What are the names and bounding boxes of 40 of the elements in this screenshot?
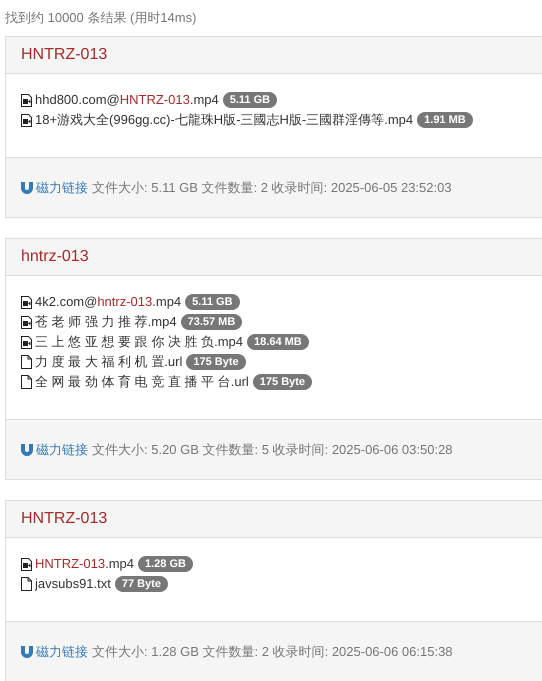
result-count: 找到约 10000 条结果 (用时14ms) [5,9,198,27]
file-name: 18+游戏大全(996gg.cc)-七龍珠H版-三國志H版-三國群淫傳等.mp4 [35,111,414,130]
magnet-icon [21,182,33,194]
file-name: 力 度 最 大 福 利 机 置.url [35,353,182,372]
result-title-link[interactable]: HNTRZ-013 [21,507,108,531]
video-file-icon [21,336,32,348]
result-info: 文件大小: 1.28 GB 文件数量: 2 收录时间: 2025-06-06 06:15:38 [92,642,453,661]
magnet-link[interactable]: 磁力链接 [36,642,88,662]
magnet-link[interactable]: 磁力链接 [36,178,88,198]
file-size-badge: 1.28 GB [138,556,193,572]
file-size-badge: 5.11 GB [185,294,240,310]
video-file-icon [21,558,32,570]
file-name: hhd800.com@HNTRZ-013.mp4 [35,91,219,110]
file-size-badge: 175 Byte [186,354,246,370]
document-icon [21,577,32,591]
video-file-icon [21,296,32,308]
file-name: 三 上 悠 亚 想 要 跟 你 决 胜 负.mp4 [35,333,244,352]
result-title-link[interactable]: HNTRZ-013 [21,43,108,67]
magnet-icon [21,646,33,658]
result-info: 文件大小: 5.11 GB 文件数量: 2 收录时间: 2025-06-05 23:52:03 [92,178,452,197]
file-name: 苍 老 师 强 力 推 荐.mp4 [35,313,177,332]
video-file-icon [21,114,32,126]
magnet-link[interactable]: 磁力链接 [36,440,88,460]
file-name: 4k2.com@hntrz-013.mp4 [35,293,182,312]
result-title-link[interactable]: hntrz-013 [21,245,89,269]
file-size-badge: 1.91 MB [417,112,473,128]
magnet-icon [21,444,33,456]
video-file-icon [21,94,32,106]
file-size-badge: 18.64 MB [247,334,309,350]
file-name: HNTRZ-013.mp4 [35,555,134,574]
file-size-badge: 73.57 MB [180,314,242,330]
file-size-badge: 77 Byte [114,576,168,592]
document-icon [21,355,32,369]
file-size-badge: 175 Byte [252,374,312,390]
result-info: 文件大小: 5.20 GB 文件数量: 5 收录时间: 2025-06-06 03:50:28 [92,440,453,459]
file-size-badge: 5.11 GB [222,92,278,108]
video-file-icon [21,316,32,328]
file-name: 全 网 最 劲 体 育 电 竞 直 播 平 台.url [35,373,249,392]
document-icon [21,375,32,389]
file-name: javsubs91.txt [35,575,111,594]
